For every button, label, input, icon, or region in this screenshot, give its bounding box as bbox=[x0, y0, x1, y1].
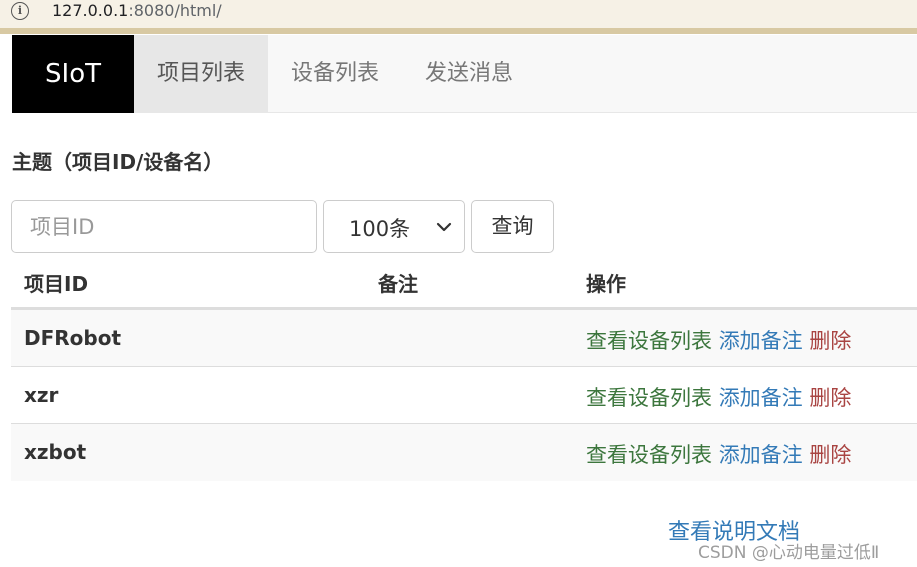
project-id-cell: DFRobot bbox=[24, 326, 122, 350]
navbar: SIoT 项目列表 设备列表 发送消息 bbox=[12, 35, 917, 113]
url-text[interactable]: 127.0.0.1:8080/html/ bbox=[52, 1, 222, 20]
column-header-note: 备注 bbox=[378, 272, 418, 296]
nav-item-send-message[interactable]: 发送消息 bbox=[402, 35, 536, 113]
brand-logo[interactable]: SIoT bbox=[12, 35, 134, 113]
project-id-input[interactable] bbox=[11, 200, 317, 253]
table-header: 项目ID 备注 操作 bbox=[11, 254, 917, 310]
view-devices-link[interactable]: 查看设备列表 bbox=[586, 329, 712, 353]
browser-address-bar[interactable]: i 127.0.0.1:8080/html/ bbox=[0, 0, 917, 30]
add-note-link[interactable]: 添加备注 bbox=[719, 329, 803, 353]
view-devices-link[interactable]: 查看设备列表 bbox=[586, 443, 712, 467]
url-path: :8080/html/ bbox=[128, 1, 222, 20]
project-id-cell: xzbot bbox=[24, 440, 87, 464]
delete-link[interactable]: 删除 bbox=[809, 386, 851, 410]
chevron-down-icon bbox=[436, 222, 452, 232]
column-header-project-id: 项目ID bbox=[24, 272, 89, 296]
delete-link[interactable]: 删除 bbox=[809, 443, 851, 467]
count-select[interactable]: 100条 bbox=[323, 200, 465, 253]
add-note-link[interactable]: 添加备注 bbox=[719, 443, 803, 467]
view-devices-link[interactable]: 查看设备列表 bbox=[586, 386, 712, 410]
actions-cell: 查看设备列表 添加备注 删除 bbox=[586, 382, 851, 412]
add-note-link[interactable]: 添加备注 bbox=[719, 386, 803, 410]
nav-item-device-list[interactable]: 设备列表 bbox=[268, 35, 402, 113]
actions-cell: 查看设备列表 添加备注 删除 bbox=[586, 325, 851, 355]
project-table: 项目ID 备注 操作 DFRobot 查看设备列表 添加备注 删除 xzr 查看… bbox=[11, 254, 917, 481]
query-button[interactable]: 查询 bbox=[471, 200, 554, 253]
column-header-actions: 操作 bbox=[586, 272, 626, 296]
info-icon[interactable]: i bbox=[11, 2, 29, 20]
nav-item-project-list[interactable]: 项目列表 bbox=[134, 35, 268, 113]
actions-cell: 查看设备列表 添加备注 删除 bbox=[586, 439, 851, 469]
topic-label: 主题（项目ID/设备名） bbox=[12, 150, 224, 174]
table-row: DFRobot 查看设备列表 添加备注 删除 bbox=[11, 310, 917, 367]
table-row: xzr 查看设备列表 添加备注 删除 bbox=[11, 367, 917, 424]
project-id-cell: xzr bbox=[24, 383, 59, 407]
address-bar-divider bbox=[0, 28, 917, 34]
table-row: xzbot 查看设备列表 添加备注 删除 bbox=[11, 424, 917, 481]
count-select-value: 100条 bbox=[349, 217, 411, 241]
watermark: CSDN @心动电量过低Ⅱ bbox=[698, 543, 880, 563]
delete-link[interactable]: 删除 bbox=[809, 329, 851, 353]
url-host: 127.0.0.1 bbox=[52, 1, 129, 20]
